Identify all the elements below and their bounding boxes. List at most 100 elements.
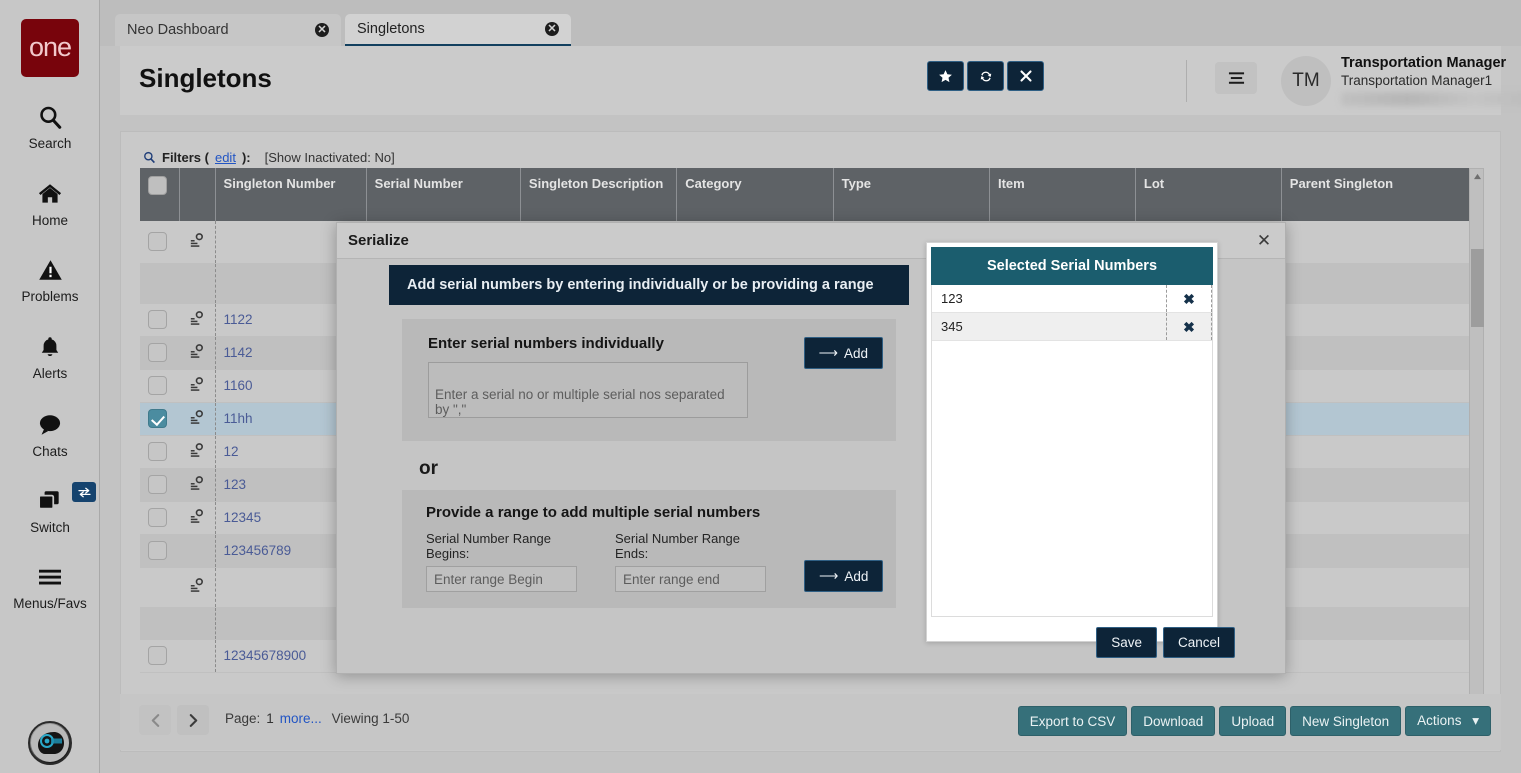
avatar[interactable]: TM [1281, 56, 1331, 106]
vertical-scrollbar[interactable] [1469, 168, 1484, 722]
record-detail-icon[interactable] [188, 442, 205, 462]
row-select-cell[interactable] [140, 468, 180, 502]
row-select-cell[interactable] [140, 303, 180, 337]
row-detail-icon-cell[interactable] [179, 336, 216, 370]
cancel-button[interactable]: Cancel [1162, 627, 1235, 658]
row-checkbox[interactable] [148, 442, 167, 461]
selected-serial-value: 345 [941, 319, 963, 334]
row-detail-icon-cell[interactable] [179, 303, 216, 337]
actions-dropdown-button[interactable]: Actions ▾ [1405, 706, 1491, 736]
col-serial-number[interactable]: Serial Number [366, 168, 521, 221]
sidebar-item-alerts[interactable]: Alerts [0, 330, 100, 381]
row-select-cell[interactable] [140, 607, 180, 640]
header-menu-button[interactable] [1215, 62, 1257, 94]
export-to-csv-button[interactable]: Export to CSV [1017, 706, 1128, 736]
row-checkbox[interactable] [148, 376, 167, 395]
record-detail-icon[interactable] [188, 376, 205, 396]
row-select-cell[interactable] [140, 336, 180, 370]
upload-button[interactable]: Upload [1219, 706, 1287, 736]
record-detail-icon[interactable] [188, 508, 205, 528]
row-checkbox[interactable] [148, 541, 167, 560]
col-parent-singleton[interactable]: Parent Singleton [1281, 168, 1484, 221]
row-detail-icon-cell[interactable] [179, 607, 216, 640]
row-detail-icon-cell[interactable] [179, 369, 216, 403]
row-detail-icon-cell[interactable] [179, 501, 216, 535]
row-select-cell[interactable] [140, 402, 180, 436]
sidebar-item-switch[interactable]: Switch [0, 482, 100, 535]
col-category[interactable]: Category [676, 168, 834, 221]
one-network-logo[interactable]: one [21, 19, 79, 77]
sidebar-item-home[interactable]: Home [0, 177, 100, 228]
page-number: 1 [266, 711, 274, 726]
row-detail-icon-cell[interactable] [179, 435, 216, 469]
sidebar-item-search[interactable]: Search [0, 100, 100, 151]
switch-badge-icon[interactable] [72, 482, 96, 502]
download-button[interactable]: Download [1131, 706, 1216, 736]
sidebar-item-menus-favs[interactable]: Menus/Favs [0, 560, 100, 611]
record-detail-icon[interactable] [188, 578, 205, 597]
scroll-up-arrow[interactable] [1470, 169, 1485, 184]
row-detail-icon-cell[interactable] [179, 639, 216, 673]
col-singleton-number[interactable]: Singleton Number [215, 168, 367, 221]
record-detail-icon[interactable] [188, 343, 205, 363]
row-checkbox[interactable] [148, 343, 167, 362]
ai-head-icon[interactable] [28, 721, 72, 765]
user-info-block: Transportation Manager Transportation Ma… [1341, 55, 1521, 106]
row-checkbox[interactable] [148, 409, 167, 428]
range-end-input[interactable] [615, 566, 766, 592]
range-begin-input[interactable] [426, 566, 577, 592]
row-detail-icon-cell[interactable] [179, 263, 216, 304]
row-detail-icon-cell[interactable] [179, 221, 216, 264]
row-checkbox[interactable] [148, 646, 167, 665]
vertical-scroll-thumb[interactable] [1471, 249, 1484, 327]
col-lot[interactable]: Lot [1135, 168, 1282, 221]
record-detail-icon[interactable] [188, 475, 205, 495]
row-select-cell[interactable] [140, 221, 180, 264]
next-page-button[interactable] [177, 705, 209, 735]
close-page-button[interactable] [1007, 61, 1044, 91]
row-checkbox[interactable] [148, 475, 167, 494]
record-detail-icon[interactable] [188, 232, 205, 252]
col-item[interactable]: Item [989, 168, 1136, 221]
row-select-cell[interactable] [140, 501, 180, 535]
row-select-cell[interactable] [140, 369, 180, 403]
add-range-button[interactable]: ⟶ Add [804, 560, 884, 592]
serial-numbers-textarea[interactable] [428, 362, 748, 418]
sidebar-item-chats[interactable]: Chats [0, 408, 100, 459]
save-button[interactable]: Save [1096, 627, 1157, 658]
row-detail-icon-cell[interactable] [179, 567, 216, 608]
new-singleton-button[interactable]: New Singleton [1290, 706, 1402, 736]
add-individual-button[interactable]: ⟶ Add [803, 337, 883, 369]
row-detail-icon-cell[interactable] [179, 468, 216, 502]
row-checkbox[interactable] [148, 508, 167, 527]
previous-page-button[interactable] [139, 705, 171, 735]
select-all-checkbox[interactable] [148, 176, 167, 195]
row-select-cell[interactable] [140, 435, 180, 469]
more-pages-link[interactable]: more... [280, 711, 322, 726]
close-icon[interactable]: ✕ [1253, 230, 1275, 252]
remove-x-icon[interactable]: ✖ [1166, 313, 1212, 340]
record-detail-icon[interactable] [188, 409, 205, 429]
sidebar-item-problems[interactable]: Problems [0, 253, 100, 304]
refresh-button[interactable] [967, 61, 1004, 91]
record-detail-icon[interactable] [188, 310, 205, 330]
favorite-button[interactable] [927, 61, 964, 91]
row-select-cell[interactable] [140, 263, 180, 304]
row-select-cell[interactable] [140, 534, 180, 568]
tab-close-icon[interactable]: ✕ [545, 22, 559, 36]
filters-edit-link[interactable]: edit [215, 150, 236, 165]
row-detail-icon-cell[interactable] [179, 534, 216, 568]
remove-x-icon[interactable]: ✖ [1166, 285, 1212, 312]
tab-singletons[interactable]: Singletons ✕ [345, 14, 571, 46]
row-checkbox[interactable] [148, 232, 167, 252]
row-select-cell[interactable] [140, 639, 180, 673]
row-select-cell[interactable] [140, 567, 180, 608]
row-checkbox[interactable] [148, 310, 167, 329]
row-detail-icon-cell[interactable] [179, 402, 216, 436]
col-singleton-description[interactable]: Singleton Description [520, 168, 678, 221]
page-header: Singletons TM Transportation Manager Tra… [120, 46, 1521, 115]
col-type[interactable]: Type [833, 168, 990, 221]
select-all-header[interactable] [140, 168, 181, 221]
tab-close-icon[interactable]: ✕ [315, 23, 329, 37]
tab-neo-dashboard[interactable]: Neo Dashboard ✕ [115, 14, 341, 46]
